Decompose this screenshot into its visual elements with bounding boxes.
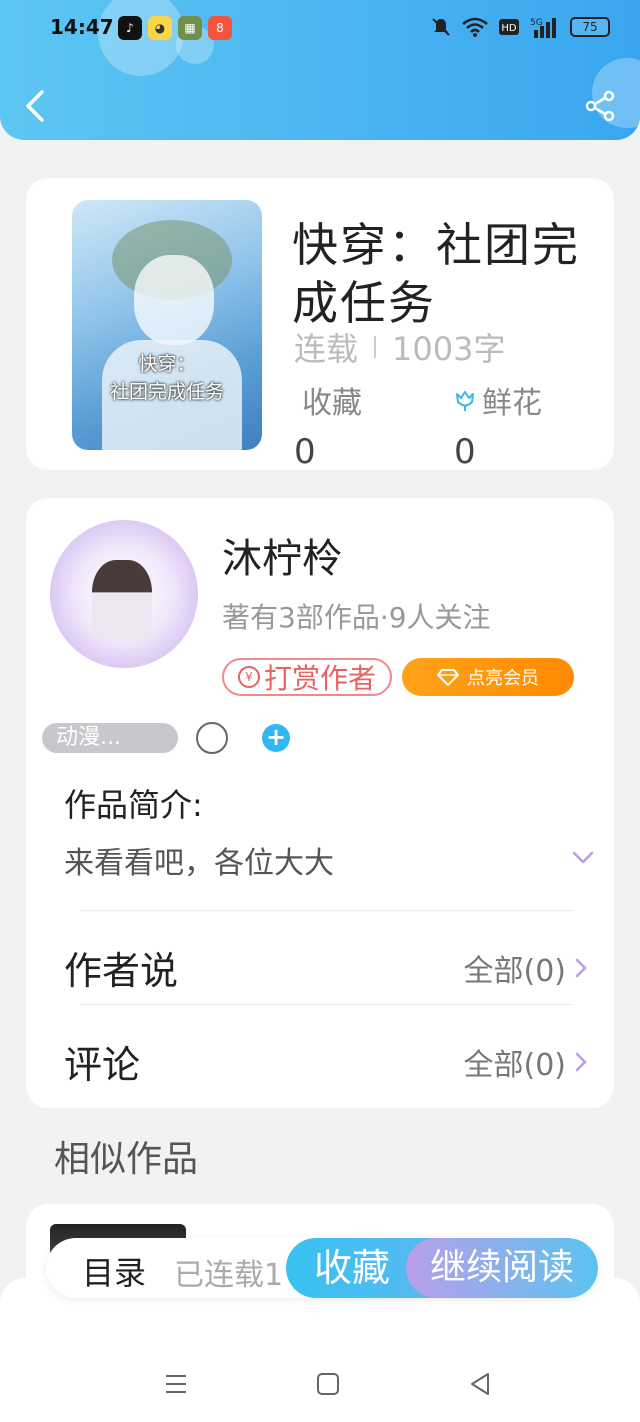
comments-all-link[interactable]: 全部(0) [464,1040,589,1084]
hd-icon: HD [499,19,519,35]
add-tag-button[interactable]: + [262,724,290,752]
collect-count: 0 [294,432,316,472]
battery-indicator: 75 [570,17,610,37]
author-works-summary: 著有3部作品·9人关注 [222,601,491,634]
tag-chip[interactable]: 动漫... [42,723,178,753]
meta-divider [374,336,377,358]
reward-author-label: 打赏作者 [263,662,376,695]
wifi-icon [462,17,488,37]
section-divider [80,1004,574,1005]
back-triangle-icon [471,1373,489,1395]
author-avatar[interactable] [50,520,198,668]
yen-coin-icon: ¥ [237,666,260,688]
table-of-contents-button[interactable]: 目录 [82,1248,146,1294]
tiktok-icon: ♪ [118,16,142,40]
mute-icon [432,18,450,36]
activate-vip-button[interactable]: 点亮会员 [402,658,574,696]
author-info-card: 沐柠柃 著有3部作品·9人关注 ¥ 打赏作者 点亮会员 动漫... + 作品简介… [26,498,614,1108]
chevron-left-icon [26,90,44,122]
share-icon [585,90,615,122]
expand-intro-button[interactable] [570,848,596,868]
menu-nav-button[interactable] [162,1370,190,1398]
cover-title-text: 快穿： 社团完成任务 [82,350,252,406]
intro-text: 来看看吧，各位大大 [64,846,334,881]
flower-count: 0 [454,432,476,472]
status-indicators: HD 5G 75 [430,16,610,38]
author-says-count: 全部(0) [463,954,567,989]
reward-author-button[interactable]: ¥ 打赏作者 [222,658,392,696]
bottom-action-bar: 目录 已连载1 收藏 继续阅读 [46,1238,598,1298]
book-status: 连载 [294,330,359,368]
5g-signal-icon: 5G [530,18,556,38]
status-bar: 14:47 ♪ ◕ ▦ 8 HD 5G 75 [0,0,640,58]
book-title: 快穿：社团完成任务 [292,218,580,330]
author-name[interactable]: 沐柠柃 [222,526,342,584]
back-nav-button[interactable] [466,1370,494,1398]
book-word-count: 1003字 [392,330,506,368]
continue-reading-button[interactable]: 继续阅读 [406,1238,598,1298]
share-button[interactable] [584,90,616,122]
cover-title-line: 社团完成任务 [109,381,224,403]
activate-vip-label: 点亮会员 [467,668,539,689]
app-game-icon: ▦ [178,16,202,40]
avatar-illustration [92,560,152,640]
top-header: 14:47 ♪ ◕ ▦ 8 HD 5G 75 [0,0,640,140]
tag-circle-icon[interactable] [196,722,228,754]
flower-stat-label[interactable]: 鲜花 [452,378,542,422]
book-info-card: 快穿： 社团完成任务 快穿：社团完成任务 连载 1003字 收藏 0 鲜花 0 [26,178,614,472]
tag-row: 动漫... + [42,722,290,754]
cover-illustration-face [134,255,214,345]
status-time: 14:47 [50,15,114,39]
svg-text:HD: HD [501,23,517,34]
chevron-right-icon [575,958,587,978]
similar-works-title: 相似作品 [54,1139,199,1180]
home-nav-button[interactable] [314,1370,342,1398]
book-meta: 连载 1003字 [294,324,505,370]
menu-icon [166,1375,186,1393]
comments-count: 全部(0) [463,1048,567,1083]
collect-stat-label[interactable]: 收藏 [302,378,362,422]
author-says-label: 作者说 [64,949,179,993]
author-says-all-link[interactable]: 全部(0) [464,946,589,990]
collect-label: 收藏 [302,386,362,421]
book-cover[interactable]: 快穿： 社团完成任务 [72,200,262,450]
serialization-status: 已连载1 [174,1258,284,1293]
back-button[interactable] [22,88,50,124]
chevron-right-icon [575,1052,587,1072]
diamond-icon [437,669,459,686]
intro-title: 作品简介: [64,786,203,824]
home-square-icon [317,1373,339,1395]
app-red-icon: 8 [208,16,232,40]
section-divider [80,910,574,911]
flower-icon [456,391,474,411]
app-yellow-icon: ◕ [148,16,172,40]
chevron-down-icon [572,851,594,864]
comments-label: 评论 [64,1043,141,1087]
cover-title-line: 快穿： [138,353,196,375]
flower-label: 鲜花 [482,386,542,421]
bottom-panel [0,1278,640,1422]
